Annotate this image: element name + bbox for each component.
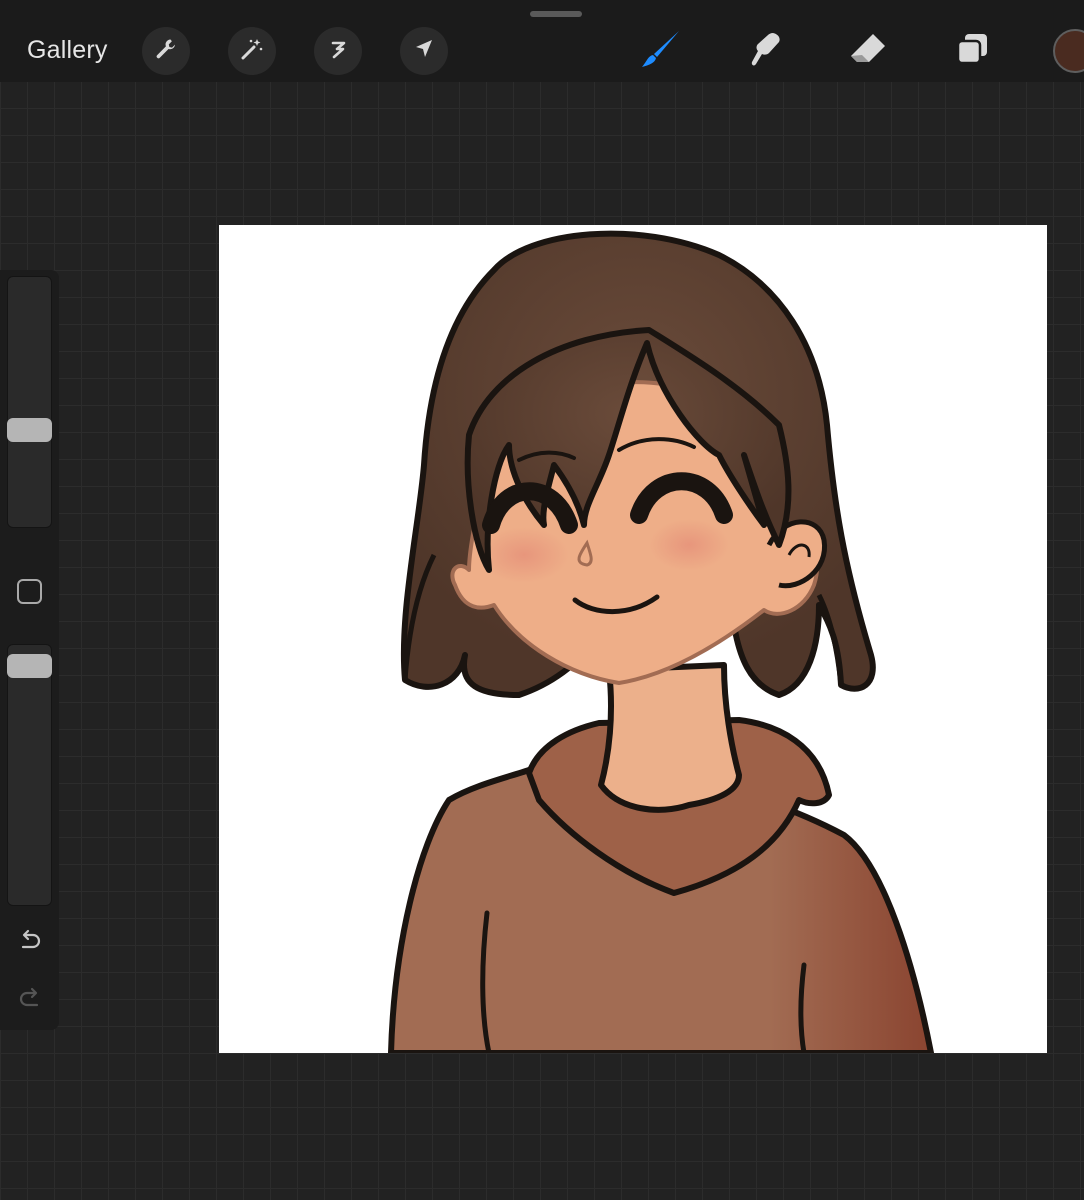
left-sidebar xyxy=(0,270,59,1030)
brush-icon xyxy=(639,27,683,76)
modify-button[interactable] xyxy=(17,579,42,604)
eraser-icon xyxy=(847,28,889,75)
selection-button[interactable] xyxy=(314,27,362,75)
window-grabber[interactable] xyxy=(530,11,582,17)
redo-arrow-icon xyxy=(17,985,43,1016)
redo-button[interactable] xyxy=(14,984,46,1016)
magic-wand-icon xyxy=(239,36,265,67)
transform-button[interactable] xyxy=(400,27,448,75)
adjustments-button[interactable] xyxy=(228,27,276,75)
smudge-icon xyxy=(745,29,785,74)
actions-button[interactable] xyxy=(142,27,190,75)
undo-button[interactable] xyxy=(14,926,46,958)
layers-button[interactable] xyxy=(948,27,996,75)
selection-icon xyxy=(325,36,351,67)
gallery-button[interactable]: Gallery xyxy=(27,34,108,66)
transform-arrow-icon xyxy=(411,36,437,67)
character-artwork xyxy=(388,230,934,1053)
top-toolbar: Gallery xyxy=(0,0,1084,82)
color-picker-button[interactable] xyxy=(1053,29,1084,73)
brush-button[interactable] xyxy=(637,27,685,75)
undo-arrow-icon xyxy=(17,927,43,958)
brush-size-slider[interactable] xyxy=(7,276,52,528)
layers-icon xyxy=(952,29,992,74)
eraser-button[interactable] xyxy=(844,27,892,75)
procreate-app: Gallery xyxy=(0,0,1084,1200)
opacity-slider[interactable] xyxy=(7,644,52,906)
wrench-icon xyxy=(153,36,179,67)
smudge-button[interactable] xyxy=(741,27,789,75)
opacity-thumb[interactable] xyxy=(7,654,52,678)
drawing-canvas[interactable] xyxy=(219,225,1047,1053)
brush-size-thumb[interactable] xyxy=(7,418,52,442)
